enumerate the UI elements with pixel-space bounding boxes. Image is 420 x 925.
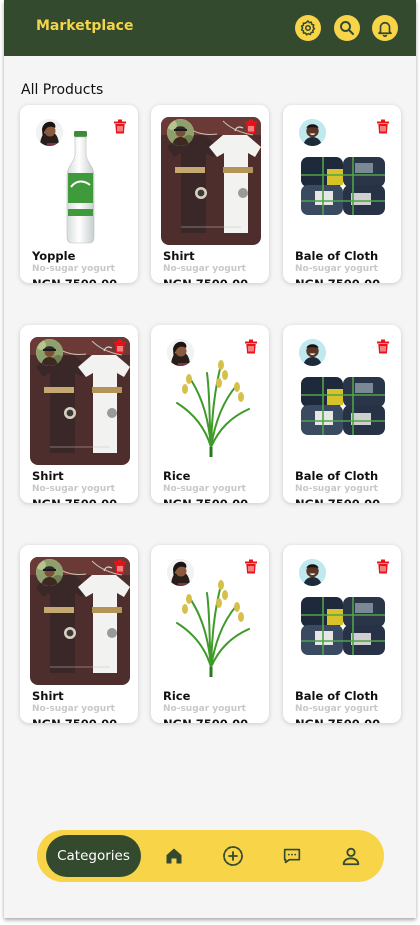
categories-button[interactable]: Categories — [46, 835, 141, 877]
home-icon[interactable] — [161, 843, 187, 869]
product-description: No-sugar yogurt — [32, 484, 115, 494]
app-title: Marketplace — [36, 18, 134, 34]
product-card[interactable]: ShirtNo-sugar yogurt NGN 7500.00 — [20, 325, 138, 503]
product-description: No-sugar yogurt — [163, 484, 246, 494]
product-card[interactable]: Bale of ClothNo-sugar yogurt NGN 7500.00 — [283, 105, 401, 283]
product-price: NGN 7500.00 — [295, 717, 380, 723]
product-price: NGN 7500.00 — [163, 717, 248, 723]
seller-avatar — [167, 339, 194, 366]
product-name: Bale of Cloth — [295, 469, 379, 483]
seller-avatar — [36, 119, 63, 146]
product-description: No-sugar yogurt — [32, 264, 115, 274]
bell-icon[interactable] — [372, 15, 398, 41]
product-price: NGN 7500.00 — [32, 277, 117, 283]
product-description: No-sugar yogurt — [295, 264, 378, 274]
product-card[interactable]: ShirtNo-sugar yogurt NGN 7500.00 — [20, 545, 138, 723]
trash-icon[interactable] — [113, 559, 127, 574]
search-icon[interactable] — [334, 15, 360, 41]
product-price: NGN 7500.00 — [295, 277, 380, 283]
product-name: Yopple — [32, 249, 76, 263]
gear-icon[interactable] — [295, 15, 321, 41]
product-name: Rice — [163, 689, 191, 703]
product-name: Shirt — [32, 469, 64, 483]
app-screen: Marketplace All Products Yopple No-sugar … — [4, 0, 416, 918]
product-price: NGN 7500.00 — [295, 497, 380, 503]
trash-icon[interactable] — [244, 339, 258, 354]
product-price: NGN 7500.00 — [163, 277, 248, 283]
section-title: All Products — [21, 82, 104, 98]
seller-avatar — [167, 559, 194, 586]
product-name: Shirt — [163, 249, 195, 263]
product-name: Bale of Cloth — [295, 249, 379, 263]
product-price: NGN 7500.00 — [32, 717, 117, 723]
seller-avatar — [299, 119, 326, 146]
profile-icon[interactable] — [338, 843, 364, 869]
product-name: Shirt — [32, 689, 64, 703]
trash-icon[interactable] — [376, 559, 390, 574]
product-card[interactable]: RiceNo-sugar yogurt NGN 7500.00 — [151, 545, 269, 723]
trash-icon[interactable] — [113, 339, 127, 354]
product-description: No-sugar yogurt — [295, 704, 378, 714]
seller-avatar — [299, 559, 326, 586]
trash-icon[interactable] — [244, 559, 258, 574]
seller-avatar — [299, 339, 326, 366]
product-card[interactable]: YoppleNo-sugar yogurt NGN 7500.00 — [20, 105, 138, 283]
trash-icon[interactable] — [376, 339, 390, 354]
product-card[interactable]: ShirtNo-sugar yogurt NGN 7500.00 — [151, 105, 269, 283]
product-description: No-sugar yogurt — [295, 484, 378, 494]
product-price: NGN 7500.00 — [32, 497, 117, 503]
chat-icon[interactable] — [279, 843, 305, 869]
trash-icon[interactable] — [244, 119, 258, 134]
product-card[interactable]: Bale of ClothNo-sugar yogurt NGN 7500.00 — [283, 545, 401, 723]
product-description: No-sugar yogurt — [32, 704, 115, 714]
product-card[interactable]: Bale of ClothNo-sugar yogurt NGN 7500.00 — [283, 325, 401, 503]
product-name: Rice — [163, 469, 191, 483]
product-name: Bale of Cloth — [295, 689, 379, 703]
product-card[interactable]: RiceNo-sugar yogurt NGN 7500.00 — [151, 325, 269, 503]
trash-icon[interactable] — [376, 119, 390, 134]
trash-icon[interactable] — [113, 119, 127, 134]
seller-avatar — [36, 339, 63, 366]
add-circle-icon[interactable] — [220, 843, 246, 869]
seller-avatar — [36, 559, 63, 586]
product-description: No-sugar yogurt — [163, 704, 246, 714]
product-price: NGN 7500.00 — [163, 497, 248, 503]
product-description: No-sugar yogurt — [163, 264, 246, 274]
bottom-navigation: Categories — [37, 830, 384, 882]
seller-avatar — [167, 119, 194, 146]
top-app-bar: Marketplace — [4, 0, 416, 56]
